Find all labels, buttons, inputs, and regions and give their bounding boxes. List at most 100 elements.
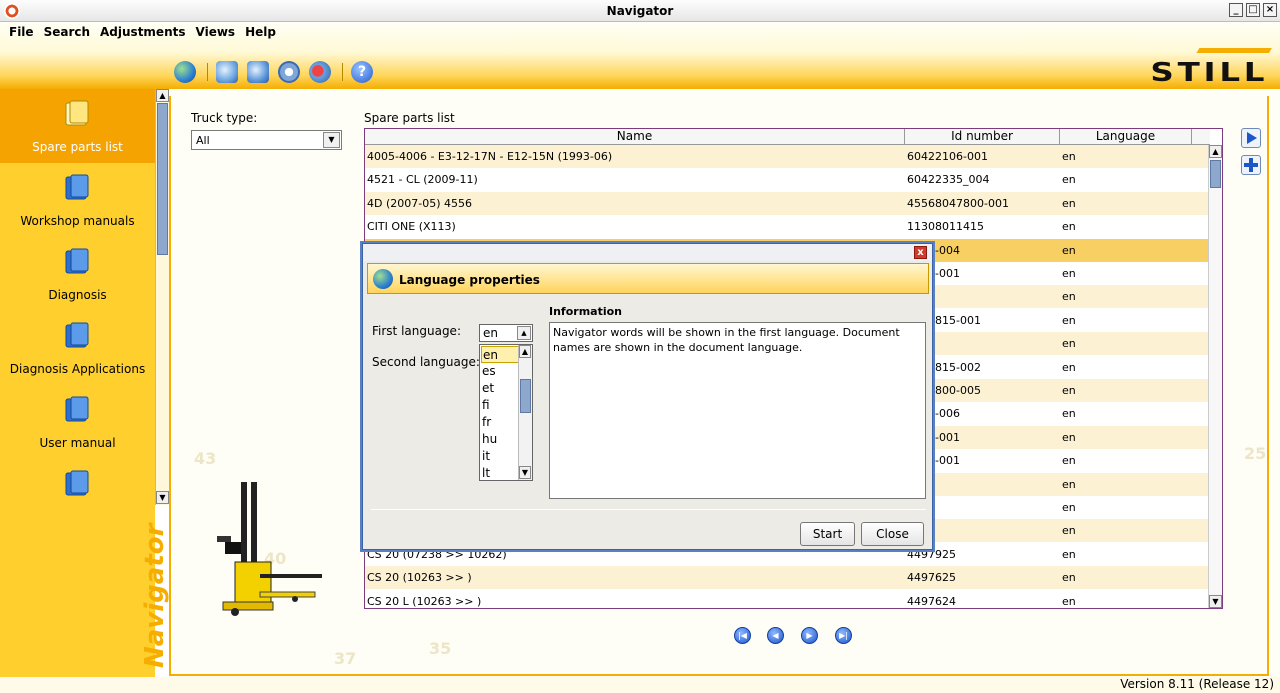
folder-icon — [65, 470, 89, 496]
scroll-thumb[interactable] — [157, 103, 168, 255]
column-header-name[interactable]: Name — [365, 129, 905, 144]
table-row[interactable]: CITI ONE (X113) 11308011415 en — [365, 215, 1209, 238]
table-row[interactable]: 4005-4006 - E3-12-17N - E12-15N (1993-06… — [365, 145, 1209, 168]
pallet-truck-image — [217, 482, 322, 616]
sidebar-item-label: Spare parts list — [32, 140, 123, 154]
settings-gear-icon[interactable] — [278, 61, 300, 83]
scroll-thumb[interactable] — [1210, 160, 1221, 188]
truck-type-select[interactable]: All ▼ — [191, 130, 342, 150]
column-header-id-number[interactable]: Id number — [905, 129, 1060, 144]
dialog-header: Language properties — [367, 263, 929, 294]
cell-id-number: 60422335_004 — [907, 173, 990, 187]
cell-language: en — [1062, 243, 1076, 257]
language-option-en[interactable]: en — [481, 346, 519, 363]
help-icon[interactable]: ? — [351, 61, 373, 83]
language-option-hu[interactable]: hu — [481, 431, 519, 448]
cell-id-number: 11308011415 — [907, 220, 984, 234]
language-option-et[interactable]: et — [481, 380, 519, 397]
language-option-fi[interactable]: fi — [481, 397, 519, 414]
truck-type-label: Truck type: — [191, 111, 258, 125]
language-properties-dialog: x Language properties First language: Se… — [362, 243, 933, 550]
menu-file[interactable]: File — [4, 25, 39, 39]
scroll-down-button[interactable]: ▼ — [156, 491, 169, 504]
search-tree-icon[interactable] — [247, 61, 269, 83]
search-icon[interactable] — [216, 61, 238, 83]
next-page-button[interactable]: ▶ — [801, 627, 818, 644]
sidebar-item-user-manual[interactable]: User manual — [0, 385, 155, 459]
information-label: Information — [549, 305, 622, 318]
menu-views[interactable]: Views — [191, 25, 241, 39]
header: File Search Adjustments Views Help ? STI… — [0, 22, 1280, 89]
window-close-button[interactable]: × — [1263, 3, 1277, 17]
dialog-separator — [371, 509, 926, 510]
globe-icon — [373, 269, 393, 289]
language-option-fr[interactable]: fr — [481, 414, 519, 431]
toolbar-separator — [207, 63, 208, 81]
language-option-es[interactable]: es — [481, 363, 519, 380]
cell-language: en — [1062, 430, 1076, 444]
play-arrow-button[interactable] — [1241, 128, 1261, 148]
close-button[interactable]: Close — [861, 522, 924, 546]
cell-name: 4005-4006 - E3-12-17N - E12-15N (1993-06… — [367, 150, 613, 163]
folder-icon — [65, 174, 89, 200]
chevron-down-icon[interactable]: ▼ — [323, 132, 340, 148]
sidebar-item-spare-parts-list[interactable]: Spare parts list — [0, 89, 155, 163]
table-row[interactable]: CS 20 L (10263 >> ) 4497624 en — [365, 590, 1209, 608]
scroll-up-button[interactable]: ▲ — [1209, 145, 1222, 158]
cell-language: en — [1062, 290, 1076, 304]
table-scrollbar[interactable]: ▲ ▼ — [1208, 145, 1222, 608]
scroll-up-button[interactable]: ▲ — [519, 345, 531, 358]
start-button[interactable]: Start — [800, 522, 855, 546]
last-page-button[interactable]: ▶| — [835, 627, 852, 644]
chevron-up-icon[interactable]: ▲ — [517, 326, 531, 340]
scroll-down-button[interactable]: ▼ — [519, 466, 531, 479]
previous-page-button[interactable]: ◀ — [767, 627, 784, 644]
first-language-select[interactable]: en ▲ — [479, 324, 533, 342]
maximize-button[interactable]: □ — [1246, 3, 1260, 17]
information-text: Navigator words will be shown in the fir… — [549, 322, 926, 499]
table-row[interactable]: 4D (2007-05) 4556 45568047800-001 en — [365, 191, 1209, 215]
title-bar: Navigator _ □ × — [0, 0, 1280, 22]
globe-icon[interactable] — [174, 61, 196, 83]
dialog-close-icon[interactable]: x — [914, 246, 927, 259]
cell-id-number: 45568047800-001 — [907, 196, 1009, 210]
cell-language: en — [1062, 267, 1076, 280]
sidebar-item-diagnosis[interactable]: Diagnosis — [0, 237, 155, 311]
sidebar-item-diagnosis-applications[interactable]: Diagnosis Applications — [0, 311, 155, 385]
cell-name: 4521 - CL (2009-11) — [367, 173, 478, 187]
cell-language: en — [1062, 360, 1076, 374]
cell-language: en — [1062, 384, 1076, 397]
cell-id-number: 4497624 — [907, 594, 956, 608]
user-group-icon[interactable] — [309, 61, 331, 83]
language-option-it[interactable]: it — [481, 448, 519, 465]
scroll-up-button[interactable]: ▲ — [156, 89, 169, 102]
column-header-language[interactable]: Language — [1060, 129, 1192, 144]
sidebar-item-workshop-manuals[interactable]: Workshop manuals — [0, 163, 155, 237]
minimize-button[interactable]: _ — [1229, 3, 1243, 17]
scroll-down-button[interactable]: ▼ — [1209, 595, 1222, 608]
sidebar-item-label: Diagnosis — [48, 288, 107, 302]
language-option-lt[interactable]: lt — [481, 465, 519, 482]
table-row[interactable]: CS 20 (10263 >> ) 4497625 en — [365, 566, 1209, 590]
cell-language: en — [1062, 594, 1076, 608]
menu-adjustments[interactable]: Adjustments — [95, 25, 190, 39]
cell-id-number: 4497625 — [907, 571, 956, 585]
sidebar-item-more[interactable] — [0, 459, 155, 533]
folder-icon — [65, 396, 89, 422]
plus-icon — [1244, 158, 1258, 172]
menu-search[interactable]: Search — [39, 25, 95, 39]
add-button[interactable] — [1241, 155, 1261, 175]
menu-help[interactable]: Help — [240, 25, 281, 39]
first-language-value: en — [483, 326, 498, 340]
status-bar: Version 8.11 (Release 12) — [0, 677, 1280, 693]
cell-language: en — [1062, 501, 1076, 514]
column-header-filler — [1192, 129, 1210, 144]
first-page-button[interactable]: |◀ — [734, 627, 751, 644]
language-list-scrollbar[interactable]: ▲ ▼ — [518, 345, 532, 480]
cell-id-number: 60422106-001 — [907, 150, 988, 163]
sidebar-scrollbar[interactable]: ▲ ▼ — [155, 89, 169, 505]
cell-language: en — [1062, 150, 1076, 163]
table-row[interactable]: 4521 - CL (2009-11) 60422335_004 en — [365, 168, 1209, 191]
scroll-thumb[interactable] — [520, 379, 531, 413]
cell-name: 4D (2007-05) 4556 — [367, 196, 472, 210]
